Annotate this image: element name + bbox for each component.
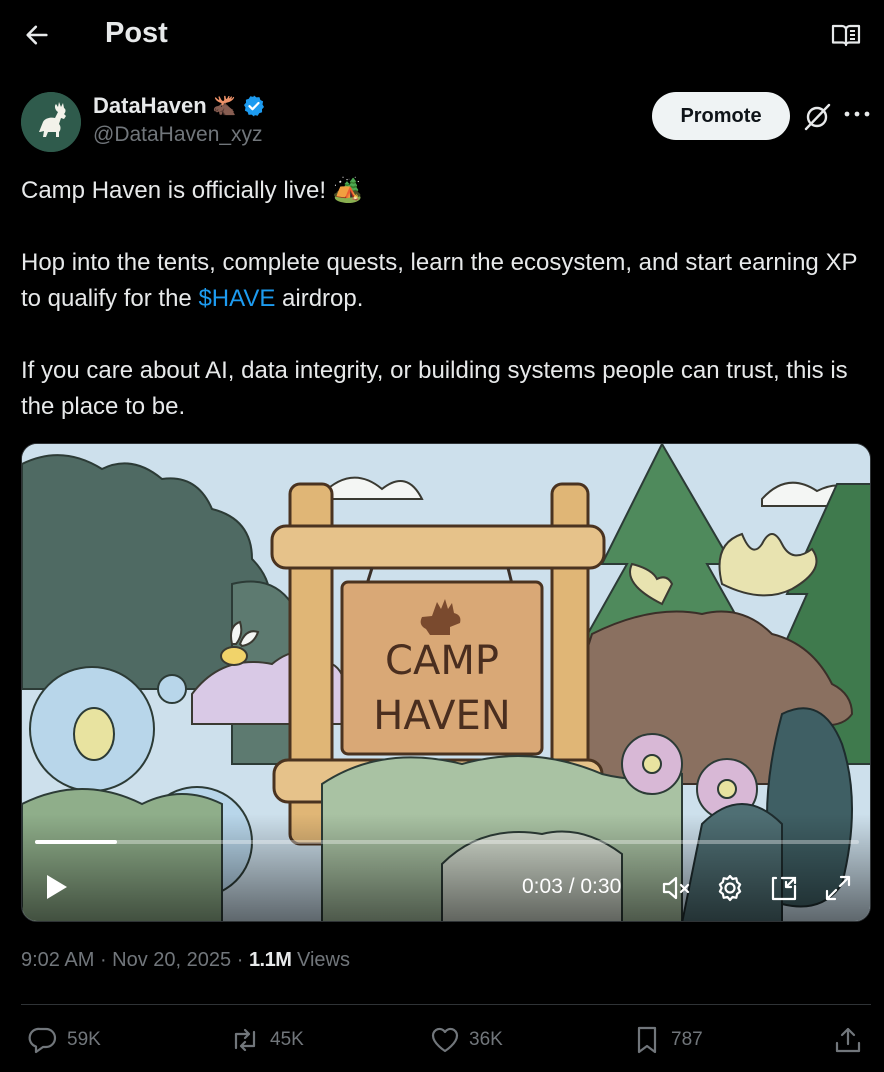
post-line-3: If you care about AI, data integrity, or…	[21, 357, 848, 420]
sign-haven-text: HAVEN	[373, 693, 510, 739]
meta-separator-2: ·	[231, 949, 249, 971]
verified-badge-icon	[244, 95, 265, 117]
picture-in-picture-icon	[771, 876, 797, 901]
video-frame: CAMP HAVEN	[22, 444, 870, 921]
bookmark-count: 787	[671, 1029, 703, 1050]
action-bar: 59K 45K 36K 787	[0, 1020, 884, 1064]
moose-emoji: 🫎	[212, 96, 237, 117]
post-text: Camp Haven is officially live! 🏕️ Hop in…	[21, 173, 867, 425]
post-line-2-end: airdrop.	[275, 285, 364, 312]
promote-button[interactable]: Promote	[652, 92, 790, 140]
play-icon	[47, 875, 67, 899]
cashtag-link[interactable]: $HAVE	[198, 285, 275, 312]
repost-count: 45K	[270, 1029, 304, 1050]
deer-logo-icon	[21, 92, 81, 152]
reply-count: 59K	[67, 1029, 101, 1050]
post-time[interactable]: 9:02 AM	[21, 949, 94, 971]
fullscreen-button[interactable]	[822, 872, 854, 904]
gear-icon	[718, 874, 742, 902]
repost-button[interactable]: 45K	[228, 1024, 304, 1056]
reply-button[interactable]: 59K	[27, 1024, 101, 1056]
divider	[21, 1004, 871, 1005]
share-icon	[835, 1027, 861, 1053]
mute-button[interactable]	[660, 872, 692, 904]
sign-camp-text: CAMP	[385, 638, 499, 684]
more-options-button[interactable]	[842, 102, 872, 126]
video-progress-fill	[35, 840, 118, 844]
grok-button[interactable]	[802, 102, 832, 132]
picture-in-picture-button[interactable]	[768, 872, 800, 904]
bookmark-button[interactable]: 787	[631, 1024, 703, 1056]
post-line-2: Hop into the tents, complete quests, lea…	[21, 245, 867, 317]
post-meta: 9:02 AM · Nov 20, 2025 · 1.1M Views	[21, 949, 350, 972]
views-count: 1.1M	[248, 949, 292, 971]
author-display-name[interactable]: DataHaven	[93, 93, 207, 119]
video-player[interactable]: CAMP HAVEN 0:03 / 0:30	[21, 443, 871, 922]
more-horizontal-icon	[844, 111, 870, 117]
top-bar: Post	[0, 0, 884, 70]
reply-icon	[28, 1027, 57, 1054]
volume-muted-icon	[662, 876, 690, 900]
book-open-icon	[831, 24, 861, 47]
like-button[interactable]: 36K	[429, 1024, 503, 1056]
avatar[interactable]	[21, 92, 81, 152]
back-button[interactable]	[20, 18, 54, 52]
play-button[interactable]	[40, 871, 72, 903]
video-progress-bar[interactable]	[35, 840, 859, 844]
post-author: DataHaven 🫎 @DataHaven_xyz Promote	[20, 90, 870, 154]
arrow-left-icon	[26, 25, 48, 45]
bookmark-icon	[637, 1026, 657, 1054]
repost-icon	[234, 1028, 256, 1052]
meta-separator-1: ·	[94, 949, 113, 971]
share-button[interactable]	[832, 1024, 864, 1056]
post-line-1: Camp Haven is officially live! 🏕️	[21, 177, 363, 204]
post-date[interactable]: Nov 20, 2025	[112, 949, 231, 971]
grok-icon	[804, 103, 831, 131]
reader-mode-button[interactable]	[830, 20, 862, 50]
fullscreen-icon	[825, 875, 851, 901]
like-count: 36K	[469, 1029, 503, 1050]
post-line-2-start: Hop into the tents, complete quests, lea…	[21, 249, 858, 312]
video-settings-button[interactable]	[714, 872, 746, 904]
views-label: Views	[291, 949, 350, 971]
video-time: 0:03 / 0:30	[522, 875, 622, 898]
heart-icon	[431, 1027, 459, 1053]
author-handle[interactable]: @DataHaven_xyz	[93, 123, 263, 147]
page-title: Post	[105, 17, 168, 49]
